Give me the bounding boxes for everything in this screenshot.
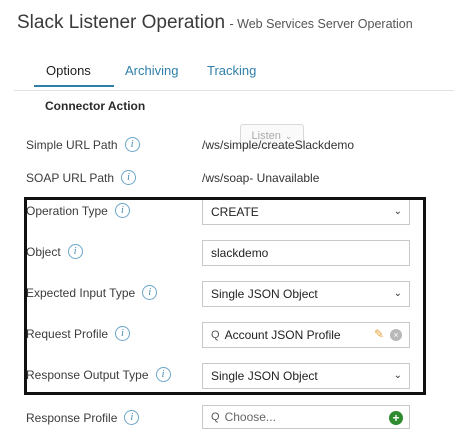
operation-type-value: CREATE	[211, 205, 259, 219]
soap-url-label: SOAP URL Path i	[26, 170, 137, 185]
active-tab-indicator	[34, 85, 114, 87]
simple-url-value: /ws/simple/createSlackdemo	[202, 138, 355, 152]
tab-bar: Options Archiving Tracking	[0, 56, 459, 92]
response-profile-label-text: Response Profile	[26, 410, 118, 425]
response-output-type-select[interactable]: Single JSON Object ⌄	[202, 363, 410, 389]
info-icon[interactable]: i	[115, 326, 131, 341]
response-profile-placeholder: Choose...	[224, 410, 276, 424]
operation-type-select[interactable]: CREATE ⌄	[202, 199, 410, 225]
expected-input-type-label-text: Expected Input Type	[26, 285, 136, 300]
expected-input-type-select[interactable]: Single JSON Object ⌄	[202, 281, 410, 307]
request-profile-label: Request Profile i	[26, 326, 131, 341]
tab-divider	[14, 90, 454, 91]
response-profile-label: Response Profile i	[26, 410, 140, 425]
page-title-subtitle: - Web Services Server Operation	[229, 17, 413, 31]
soap-url-label-text: SOAP URL Path	[26, 170, 115, 185]
tab-options[interactable]: Options	[46, 63, 91, 78]
info-icon[interactable]: i	[142, 285, 158, 300]
page-title: Slack Listener Operation - Web Services …	[17, 12, 413, 34]
simple-url-label: Simple URL Path i	[26, 137, 140, 152]
response-output-type-value: Single JSON Object	[211, 369, 318, 383]
info-icon[interactable]: i	[155, 367, 171, 382]
expected-input-type-label: Expected Input Type i	[26, 285, 158, 300]
response-output-type-label: Response Output Type i	[26, 367, 171, 382]
chevron-down-icon: ⌄	[393, 370, 402, 381]
expected-input-type-value: Single JSON Object	[211, 287, 318, 301]
object-label: Object i	[26, 244, 83, 259]
tab-tracking[interactable]: Tracking	[207, 63, 256, 78]
info-icon[interactable]: i	[121, 170, 137, 185]
object-value: slackdemo	[211, 246, 269, 260]
search-icon: Q	[211, 329, 220, 341]
operation-type-label-text: Operation Type	[26, 203, 108, 218]
edit-icon[interactable]: ✎	[374, 327, 384, 341]
add-icon[interactable]: +	[389, 411, 403, 425]
connector-action-label: Connector Action	[45, 99, 145, 113]
response-output-type-label-text: Response Output Type	[26, 367, 149, 382]
search-icon: Q	[211, 411, 220, 423]
soap-url-value: /ws/soap- Unavailable	[202, 171, 320, 185]
info-icon[interactable]: i	[124, 410, 140, 425]
clear-icon[interactable]: ×	[390, 329, 402, 341]
response-profile-field[interactable]: Q Choose... +	[202, 405, 410, 429]
chevron-down-icon: ⌄	[393, 288, 402, 299]
operation-type-label: Operation Type i	[26, 203, 130, 218]
request-profile-value: Account JSON Profile	[224, 328, 341, 342]
simple-url-label-text: Simple URL Path	[26, 137, 118, 152]
request-profile-field[interactable]: Q Account JSON Profile ✎ ×	[202, 322, 410, 348]
object-label-text: Object	[26, 244, 61, 259]
info-icon[interactable]: i	[114, 203, 130, 218]
chevron-down-icon: ⌄	[393, 206, 402, 217]
page-title-main: Slack Listener Operation	[17, 12, 226, 33]
info-icon[interactable]: i	[124, 137, 140, 152]
tab-archiving[interactable]: Archiving	[125, 63, 178, 78]
request-profile-label-text: Request Profile	[26, 326, 109, 341]
connector-action-label-text: Connector Action	[45, 99, 146, 113]
object-field[interactable]: slackdemo	[202, 240, 410, 266]
info-icon[interactable]: i	[67, 244, 83, 259]
